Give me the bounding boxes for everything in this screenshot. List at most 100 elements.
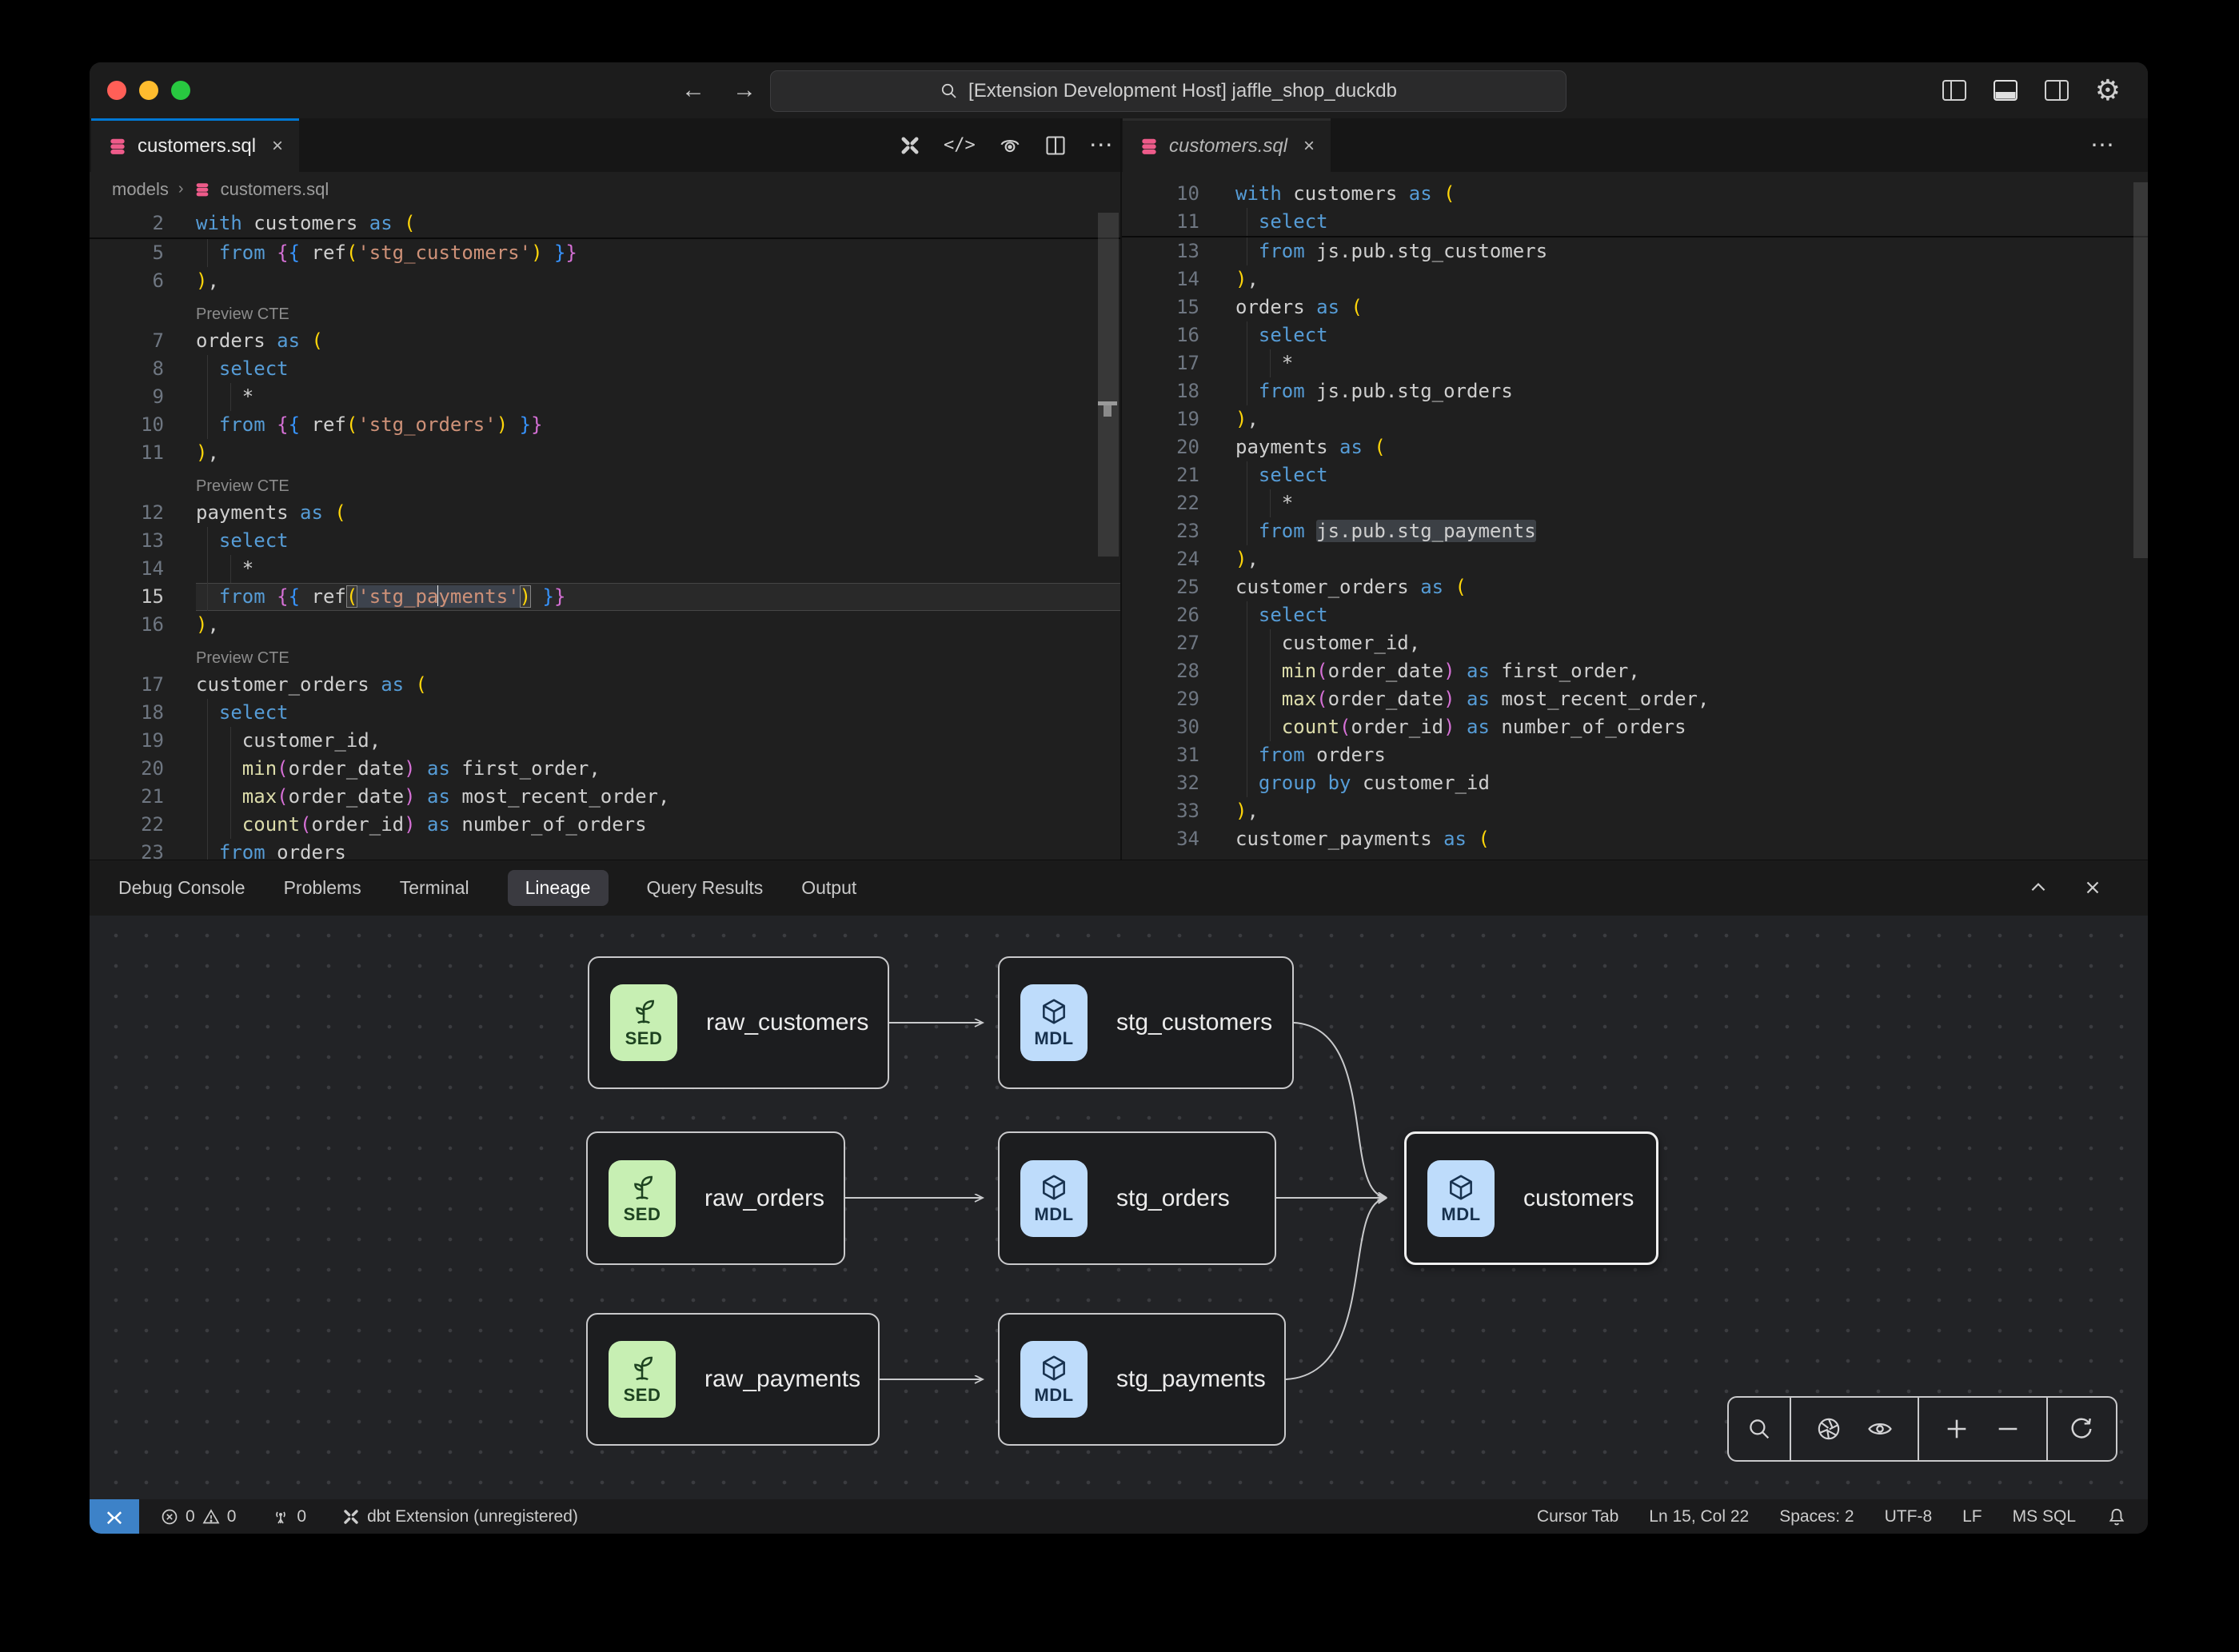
seedling-icon	[627, 1172, 657, 1203]
code-line: 14),	[1121, 265, 2148, 293]
eye-icon[interactable]	[1866, 1415, 1894, 1443]
lineage-node-stg_payments[interactable]: MDLstg_payments	[998, 1313, 1286, 1446]
codelens-preview-cte[interactable]: Preview CTE	[90, 295, 1121, 327]
right-editor-scrollbar[interactable]	[2133, 182, 2148, 558]
split-editor-icon[interactable]	[1044, 134, 1067, 157]
model-badge: MDL	[1427, 1160, 1495, 1237]
code-line: 22 *	[1121, 489, 2148, 517]
tab-label: customers.sql	[1169, 135, 1287, 158]
tab-customers-sql-left[interactable]: customers.sql ×	[91, 118, 299, 172]
panel-tab-output[interactable]: Output	[801, 877, 856, 899]
lineage-node-raw_orders[interactable]: SEDraw_orders	[586, 1131, 845, 1265]
line-number: 20	[1121, 433, 1235, 461]
badge-label: MDL	[1441, 1204, 1480, 1225]
lineage-node-customers[interactable]: MDL customers	[1404, 1131, 1658, 1265]
minimize-window-button[interactable]	[139, 81, 158, 100]
code-line: 34customer_payments as (	[1121, 825, 2148, 853]
toolbar-group	[2048, 1398, 2116, 1460]
ports-status[interactable]: 0	[271, 1507, 306, 1526]
breadcrumb[interactable]: models › customers.sql	[90, 172, 1121, 206]
code-line: 11),	[90, 439, 1121, 467]
line-number: 13	[90, 527, 196, 555]
breadcrumb-folder[interactable]: models	[112, 179, 169, 200]
toggle-primary-sidebar-icon[interactable]	[1942, 79, 1967, 102]
panel-tab-query-results[interactable]: Query Results	[647, 877, 764, 899]
remote-indicator[interactable]	[90, 1499, 139, 1534]
code-editor-compiled[interactable]: 10with customers as (11 select13 from js…	[1121, 172, 2148, 868]
more-actions-icon[interactable]: ⋯	[2090, 131, 2116, 159]
panel-tab-lineage[interactable]: Lineage	[508, 870, 609, 906]
badge-label: MDL	[1034, 1204, 1073, 1225]
code-line: 18 select	[90, 699, 1121, 727]
badge-label: SED	[625, 1028, 663, 1049]
zoom-window-button[interactable]	[171, 81, 190, 100]
left-editor-scrollbar[interactable]	[1098, 213, 1119, 557]
tab-customers-sql-right[interactable]: customers.sql ×	[1123, 118, 1331, 172]
aperture-icon[interactable]	[1815, 1415, 1842, 1443]
lineage-node-stg_customers[interactable]: MDLstg_customers	[998, 956, 1294, 1089]
dbt-extension-status[interactable]: dbt Extension (unregistered)	[341, 1507, 578, 1526]
seedling-icon	[627, 1353, 657, 1383]
code-line: 16 select	[1121, 321, 2148, 349]
title-bar: ← → [Extension Development Host] jaffle_…	[90, 62, 2148, 118]
toggle-secondary-sidebar-icon[interactable]	[2044, 79, 2069, 102]
preview-eye-icon[interactable]	[998, 134, 1022, 157]
zoom-out-icon[interactable]	[1994, 1415, 2021, 1443]
problems-status[interactable]: 0 0	[160, 1507, 236, 1526]
maximize-panel-icon[interactable]	[2028, 877, 2049, 898]
badge-label: SED	[624, 1204, 661, 1225]
panel-tab-debug-console[interactable]: Debug Console	[118, 877, 245, 899]
back-button[interactable]: ←	[681, 77, 705, 104]
status-item-utf-8[interactable]: UTF-8	[1885, 1507, 1933, 1526]
lineage-node-raw_payments[interactable]: SEDraw_payments	[586, 1313, 880, 1446]
close-window-button[interactable]	[107, 81, 126, 100]
lineage-node-stg_orders[interactable]: MDLstg_orders	[998, 1131, 1276, 1265]
code-line: 17customer_orders as (	[90, 671, 1121, 699]
panel-tab-terminal[interactable]: Terminal	[400, 877, 469, 899]
seed-badge: SED	[609, 1160, 676, 1237]
toolbar-group	[1729, 1398, 1791, 1460]
compile-code-icon[interactable]: </>	[944, 135, 976, 155]
settings-gear-icon[interactable]: ⚙	[2095, 76, 2121, 105]
lineage-graph[interactable]: SEDraw_customers MDLstg_customers SEDraw_o…	[90, 916, 2148, 1499]
line-number: 11	[1121, 208, 1235, 236]
lineage-node-raw_customers[interactable]: SEDraw_customers	[588, 956, 889, 1089]
status-item-ln-15-col-22[interactable]: Ln 15, Col 22	[1649, 1507, 1749, 1526]
breadcrumb-file[interactable]: customers.sql	[221, 179, 329, 200]
panel-tab-problems[interactable]: Problems	[284, 877, 361, 899]
code-line: 18 from js.pub.stg_orders	[1121, 377, 2148, 405]
status-item-lf[interactable]: LF	[1962, 1507, 1982, 1526]
more-actions-icon[interactable]: ⋯	[1089, 131, 1115, 159]
close-panel-icon[interactable]	[2082, 877, 2103, 898]
refresh-icon[interactable]	[2068, 1415, 2095, 1443]
forward-button[interactable]: →	[732, 77, 756, 104]
line-number: 27	[1121, 629, 1235, 657]
close-tab-icon[interactable]: ×	[1303, 135, 1315, 158]
tab-label: customers.sql	[138, 135, 256, 158]
close-tab-icon[interactable]: ×	[272, 135, 283, 158]
search-icon[interactable]	[1746, 1415, 1773, 1443]
code-line: 9 *	[90, 383, 1121, 411]
notifications-bell-icon[interactable]	[2106, 1506, 2127, 1527]
line-number: 26	[1121, 601, 1235, 629]
code-line: 30 count(order_id) as number_of_orders	[1121, 713, 2148, 741]
node-label: customers	[1523, 1185, 1634, 1212]
codelens-preview-cte[interactable]: Preview CTE	[90, 639, 1121, 671]
code-line: 21 select	[1121, 461, 2148, 489]
dbt-logo-icon[interactable]	[899, 134, 921, 157]
line-number: 21	[90, 783, 196, 811]
status-item-spaces-2[interactable]: Spaces: 2	[1779, 1507, 1854, 1526]
zoom-in-icon[interactable]	[1943, 1415, 1970, 1443]
command-center[interactable]: [Extension Development Host] jaffle_shop…	[770, 70, 1567, 112]
codelens-preview-cte[interactable]: Preview CTE	[90, 467, 1121, 499]
toggle-panel-icon[interactable]	[1993, 79, 2018, 102]
code-editor-source[interactable]: 2with customers as (5 from {{ ref('stg_c…	[90, 206, 1121, 863]
database-file-icon	[1139, 136, 1159, 157]
status-item-cursor-tab[interactable]: Cursor Tab	[1537, 1507, 1618, 1526]
status-bar: 0 0 0 dbt Extension (unregistered) Curso…	[90, 1499, 2148, 1534]
line-number: 6	[90, 267, 196, 295]
sticky-code-line: 2with customers as (	[90, 209, 1121, 239]
status-item-ms-sql[interactable]: MS SQL	[2013, 1507, 2076, 1526]
editor-group-divider[interactable]	[1120, 118, 1122, 860]
node-label: stg_payments	[1116, 1366, 1266, 1393]
